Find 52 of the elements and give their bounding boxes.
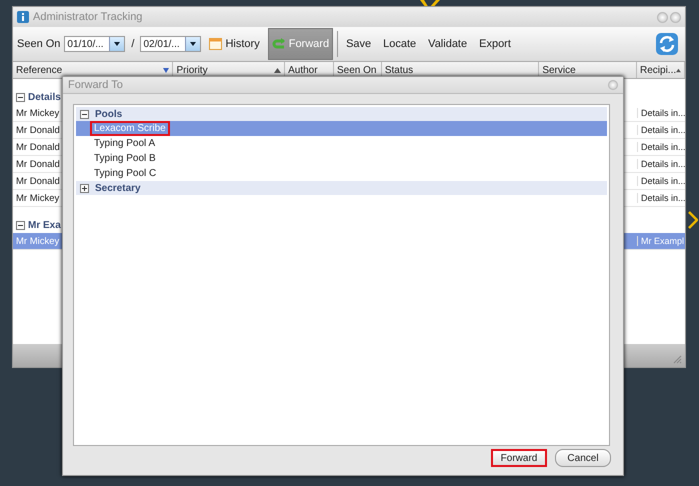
toolbar-button[interactable]: Export	[475, 28, 515, 60]
dropdown-button[interactable]	[185, 37, 200, 51]
table-cell: Details in...	[637, 108, 685, 118]
date-field[interactable]: 01/10/...	[64, 36, 126, 52]
table-cell: Details in...	[637, 125, 685, 135]
caret-icon	[190, 42, 196, 46]
table-cell: Mr Exampl	[637, 236, 685, 246]
table-cell-text: Mr Donald	[15, 158, 60, 170]
table-cell: Details in...	[637, 176, 685, 186]
toolbar-button[interactable]: Locate	[379, 28, 420, 60]
date-field[interactable]: 02/01/...	[140, 36, 202, 52]
toolbar-button[interactable]: Validate	[424, 28, 472, 60]
chevron-drawing	[688, 210, 698, 230]
table-cell: Details in...	[637, 193, 685, 203]
column-header[interactable]: Recipi...	[637, 62, 685, 78]
group-title: Details	[28, 92, 61, 102]
forward-arrow-icon	[272, 38, 286, 50]
collapse-icon[interactable]	[16, 220, 25, 230]
table-cell: Details in...	[637, 159, 685, 169]
refresh-icon[interactable]	[655, 32, 679, 56]
expand-icon[interactable]	[80, 184, 89, 192]
sort-arrow-icon[interactable]	[676, 68, 681, 72]
tree-group[interactable]: Secretary	[76, 181, 607, 195]
calendar-icon	[209, 38, 222, 50]
seen-on-label: Seen On	[17, 38, 60, 50]
table-cell-text: Mr Donald	[15, 124, 60, 136]
table-cell-text: Mr Donald	[15, 142, 60, 152]
dropdown-button[interactable]	[109, 37, 124, 51]
table-cell-text: Mr Mickey	[15, 108, 60, 118]
separator-text: /	[130, 38, 136, 50]
toolbar-button[interactable]: History	[205, 28, 264, 60]
table-cell: Details in...	[637, 142, 685, 152]
group-title: Mr Exa	[28, 220, 61, 230]
toolbar-button[interactable]: Save	[342, 28, 376, 60]
tree-item[interactable]: Typing Pool C	[76, 166, 607, 181]
dialog-button[interactable]: Forward	[491, 449, 547, 467]
table-cell-text: Mr Donald	[15, 176, 60, 186]
table-cell-text: Mr Mickey	[15, 192, 60, 204]
filter-icon[interactable]	[163, 68, 170, 72]
collapse-icon[interactable]	[16, 92, 25, 102]
dialog-button[interactable]: Cancel	[555, 449, 611, 467]
tree-item[interactable]: Typing Pool A	[76, 136, 607, 151]
app-icon	[17, 11, 29, 23]
dialog-title: Forward To	[68, 79, 124, 91]
sort-arrow-icon[interactable]	[274, 68, 282, 72]
collapse-icon[interactable]	[80, 110, 89, 118]
window-title: Administrator Tracking	[33, 11, 142, 23]
table-cell-text: Mr Mickey	[15, 236, 60, 246]
resize-grip-icon[interactable]	[673, 355, 682, 364]
caret-icon	[114, 42, 120, 46]
tree-item[interactable]: Typing Pool B	[76, 151, 607, 166]
tree-group[interactable]: Pools	[76, 107, 607, 121]
